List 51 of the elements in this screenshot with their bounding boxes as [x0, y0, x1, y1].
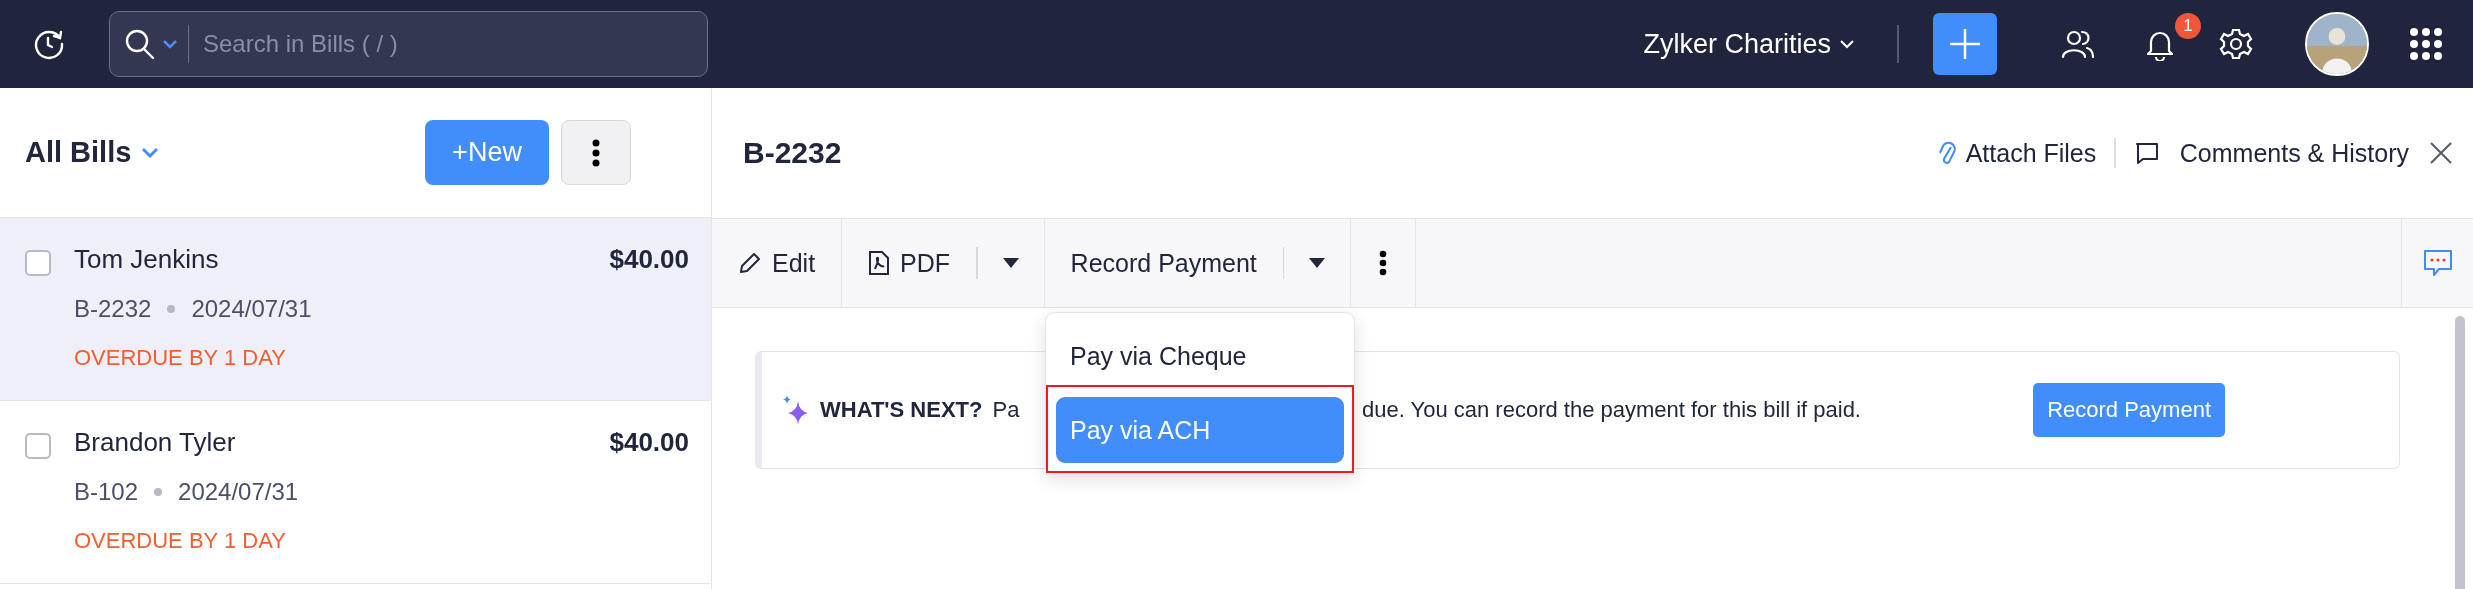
bill-number: B-2232: [74, 295, 152, 323]
comments-history-link[interactable]: Comments & History: [2133, 138, 2409, 168]
menu-item[interactable]: Pay via Cheque: [1056, 323, 1344, 389]
pdf-icon[interactable]: [868, 250, 891, 276]
notification-badge: 1: [2175, 13, 2201, 39]
chat-icon[interactable]: [2422, 248, 2453, 278]
plus-icon[interactable]: [1948, 27, 1982, 61]
bill-date: 2024/07/31: [178, 478, 299, 506]
checkbox[interactable]: [25, 433, 51, 459]
paperclip-icon[interactable]: [1937, 139, 1956, 167]
pdf-button[interactable]: PDF: [842, 219, 977, 307]
bill-date: 2024/07/31: [191, 295, 312, 323]
attach-files-link[interactable]: Attach Files: [1937, 138, 2097, 168]
banner-heading: WHAT'S NEXT?: [820, 397, 983, 423]
search-icon[interactable]: [124, 28, 156, 60]
bill-amount: $40.00: [609, 427, 689, 458]
pencil-icon[interactable]: [738, 251, 762, 275]
separator-dot: [154, 488, 163, 496]
more-button[interactable]: [561, 120, 631, 185]
separator-dot: [167, 305, 176, 313]
bill-number: B-102: [74, 478, 139, 506]
list-title[interactable]: All Bills: [25, 136, 132, 169]
scrollbar[interactable]: [2455, 316, 2465, 589]
edit-button[interactable]: Edit: [712, 219, 842, 307]
vendor-name: Tom Jenkins: [74, 244, 219, 275]
organization-switcher[interactable]: Zylker Charities: [1643, 28, 1855, 60]
avatar[interactable]: [2305, 12, 2369, 76]
bill-amount: $40.00: [609, 244, 689, 275]
bill-row[interactable]: Brandon Tyler $40.00 B-102 2024/07/31 OVERDUE BY 1 DAY: [0, 401, 711, 584]
banner-text: Pa: [992, 397, 1020, 423]
search-field[interactable]: Search in Bills ( / ): [109, 11, 708, 77]
more-icon[interactable]: [1379, 250, 1388, 276]
add-button[interactable]: [1933, 13, 1997, 75]
sparkle-icon: [782, 395, 810, 425]
caret-icon[interactable]: [1001, 257, 1020, 269]
bill-row[interactable]: Tom Jenkins $40.00 B-2232 2024/07/31 OVERDUE BY 1 DAY: [0, 218, 711, 401]
checkbox[interactable]: [25, 250, 51, 276]
record-payment-button[interactable]: Record Payment: [1044, 219, 1283, 307]
caret-icon[interactable]: [1308, 257, 1327, 269]
status-label: OVERDUE BY 1 DAY: [74, 345, 287, 371]
comment-icon[interactable]: [2133, 140, 2160, 166]
close-icon[interactable]: [2429, 141, 2453, 165]
more-icon[interactable]: [592, 138, 600, 167]
status-label: OVERDUE BY 1 DAY: [74, 528, 287, 554]
banner-text: due. You can record the payment for this bill if paid.: [1362, 397, 1861, 423]
apps-icon[interactable]: [2409, 27, 2443, 61]
search-input[interactable]: Search in Bills ( / ): [201, 29, 695, 59]
vendor-name: Brandon Tyler: [74, 427, 236, 458]
settings-icon[interactable]: [2219, 27, 2253, 61]
chevron-icon[interactable]: [1839, 39, 1855, 49]
bill-title: B-2232: [743, 136, 842, 170]
